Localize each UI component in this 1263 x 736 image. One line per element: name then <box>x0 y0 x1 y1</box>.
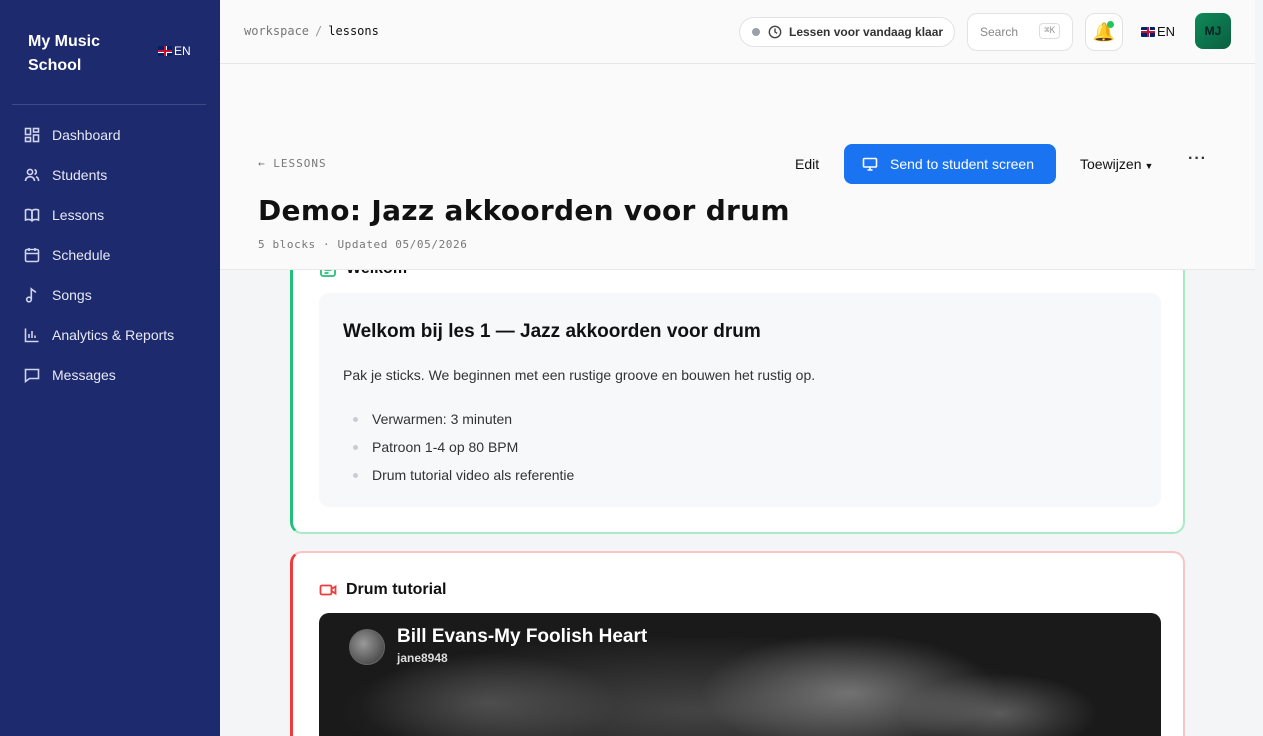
users-icon <box>24 168 40 182</box>
top-bar: workspace / lessons Lessen voor vandaag kl… <box>220 0 1255 64</box>
sidebar-divider <box>12 104 206 105</box>
monitor-icon <box>862 157 878 171</box>
book-icon <box>24 208 40 222</box>
notification-badge <box>1107 21 1114 28</box>
list-item: Drum tutorial video als referentie <box>343 461 574 489</box>
video-block-label: Drum tutorial <box>319 581 446 599</box>
video-title[interactable]: Bill Evans-My Foolish Heart <box>397 626 647 648</box>
sidebar-item-label: Messages <box>52 367 116 383</box>
brand-name[interactable]: My Music School <box>28 30 138 78</box>
sidebar-item-students[interactable]: Students <box>0 155 220 195</box>
bar-chart-icon <box>24 328 39 343</box>
sidebar-item-label: Schedule <box>52 247 111 263</box>
music-note-icon <box>25 287 37 303</box>
list-item: Patroon 1-4 op 80 BPM <box>343 433 574 461</box>
status-dot <box>752 28 760 36</box>
sidebar-item-label: Dashboard <box>52 127 121 143</box>
sidebar-item-label: Analytics & Reports <box>52 327 175 343</box>
search-shortcut: ⌘K <box>1039 23 1060 39</box>
sidebar-nav: Dashboard Students Lessons Schedule Song… <box>0 115 220 395</box>
status-text: Lessen voor vandaag klaar <box>789 25 944 39</box>
breadcrumb: workspace / lessons <box>244 24 379 38</box>
sidebar-item-lessons[interactable]: Lessons <box>0 195 220 235</box>
status-pill[interactable]: Lessen voor vandaag klaar <box>739 17 955 47</box>
send-button-label: Send to student screen <box>890 156 1034 172</box>
sidebar-language-label: EN <box>174 44 191 58</box>
sidebar-language-switch[interactable]: EN <box>158 44 191 58</box>
sidebar-item-schedule[interactable]: Schedule <box>0 235 220 275</box>
sidebar-item-songs[interactable]: Songs <box>0 275 220 315</box>
assign-label: Toewijzen <box>1080 156 1142 172</box>
sidebar: My Music School EN Dashboard Students Le… <box>0 0 220 736</box>
sidebar-item-analytics[interactable]: Analytics & Reports <box>0 315 220 355</box>
search-placeholder: Search <box>980 25 1019 39</box>
lesson-header: ← LESSONS Edit Send to student screen To… <box>220 64 1255 270</box>
video-camera-icon <box>319 584 337 596</box>
lesson-meta: 5 blocks · Updated 05/05/2026 <box>258 238 468 251</box>
calendar-icon <box>24 248 40 263</box>
dashboard-icon <box>24 127 40 143</box>
breadcrumb-current: lessons <box>328 24 379 38</box>
video-player[interactable]: Bill Evans-My Foolish Heart jane8948 <box>319 613 1161 736</box>
more-options-button[interactable]: ··· <box>1188 150 1207 168</box>
uk-flag-icon <box>1141 26 1155 37</box>
block-title: Drum tutorial <box>346 581 447 598</box>
clock-icon <box>768 25 782 39</box>
caret-down-icon: ▼ <box>1144 161 1154 171</box>
edit-button[interactable]: Edit <box>795 156 819 172</box>
send-to-student-screen-button[interactable]: Send to student screen <box>844 144 1056 184</box>
welcome-intro: Pak je sticks. We beginnen met een rusti… <box>343 367 816 383</box>
uk-flag-icon <box>158 46 172 56</box>
language-label: EN <box>1157 24 1176 39</box>
notifications-button[interactable]: 🔔 <box>1085 13 1123 51</box>
list-item: Verwarmen: 3 minuten <box>343 405 574 433</box>
language-switch[interactable]: EN <box>1141 24 1175 39</box>
video-block[interactable]: Drum tutorial Bill Evans-My Foolish Hear… <box>290 551 1185 736</box>
channel-avatar[interactable] <box>349 629 385 665</box>
back-to-lessons-link[interactable]: ← LESSONS <box>258 157 327 170</box>
sidebar-item-label: Lessons <box>52 207 105 223</box>
welcome-heading: Welkom bij les 1 — Jazz akkoorden voor d… <box>343 321 761 342</box>
search-input[interactable]: Search ⌘K <box>967 13 1073 51</box>
page-title: Demo: Jazz akkoorden voor drum <box>258 194 790 227</box>
sidebar-item-label: Songs <box>52 287 92 303</box>
breadcrumb-workspace[interactable]: workspace <box>244 24 309 38</box>
welcome-content: Welkom bij les 1 — Jazz akkoorden voor d… <box>319 293 1161 507</box>
sidebar-item-dashboard[interactable]: Dashboard <box>0 115 220 155</box>
assign-dropdown[interactable]: Toewijzen ▼ <box>1080 156 1153 172</box>
sidebar-item-label: Students <box>52 167 108 183</box>
message-icon <box>24 368 40 383</box>
avatar[interactable]: MJ <box>1195 13 1231 49</box>
video-channel[interactable]: jane8948 <box>397 651 448 665</box>
welcome-bullets: Verwarmen: 3 minuten Patroon 1-4 op 80 B… <box>343 405 574 489</box>
sidebar-item-messages[interactable]: Messages <box>0 355 220 395</box>
